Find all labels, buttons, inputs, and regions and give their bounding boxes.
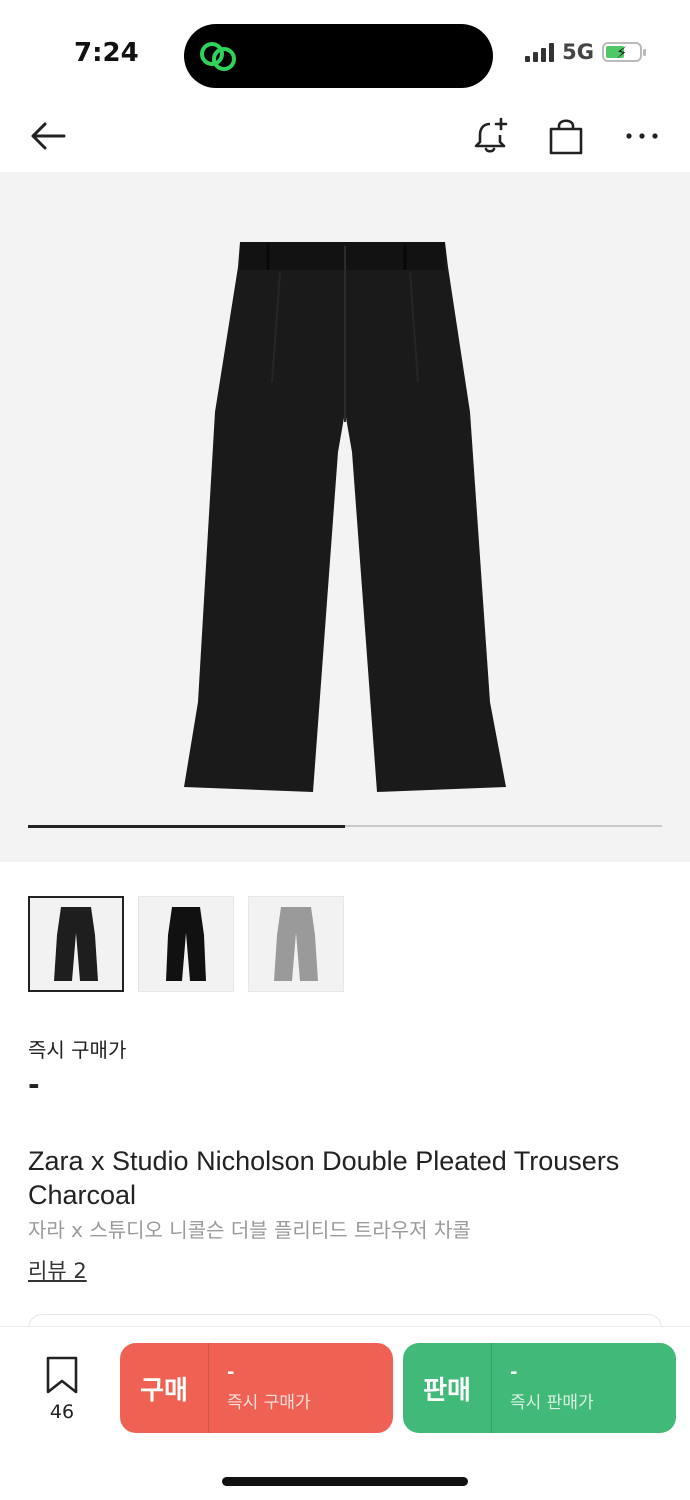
buy-button[interactable]: 구매 - 즉시 구매가 xyxy=(120,1343,393,1433)
sell-button-label: 판매 xyxy=(423,1375,471,1406)
buy-button-label: 구매 xyxy=(140,1375,188,1406)
thumbnail-black[interactable] xyxy=(138,896,234,992)
signal-icon xyxy=(525,42,555,62)
trousers-thumb-icon xyxy=(166,907,206,981)
trousers-image xyxy=(184,242,506,792)
link-rings-icon xyxy=(200,42,236,71)
product-title-korean: 자라 x 스튜디오 니콜슨 더블 플리티드 트라우저 차콜 xyxy=(28,1218,471,1242)
shopping-bag-icon[interactable] xyxy=(544,114,588,158)
status-indicators: 5G ⚡ xyxy=(525,40,646,64)
trousers-thumb-icon xyxy=(274,907,318,981)
sell-price-label: 즉시 판매가 xyxy=(510,1392,594,1413)
image-progress-indicator xyxy=(28,824,662,828)
review-link[interactable]: 리뷰 2 xyxy=(28,1255,87,1285)
buy-price: - xyxy=(227,1361,235,1383)
buy-price-label: 즉시 구매가 xyxy=(227,1392,311,1413)
bottom-action-bar: 46 구매 - 즉시 구매가 판매 - 즉시 판매가 xyxy=(0,1326,690,1500)
back-arrow-icon[interactable] xyxy=(26,114,70,158)
thumbnail-list xyxy=(28,896,344,992)
status-bar: 7:24 5G ⚡ xyxy=(0,0,690,100)
more-icon[interactable] xyxy=(620,114,664,158)
bookmark-icon xyxy=(46,1356,78,1394)
product-title: Zara x Studio Nicholson Double Pleated T… xyxy=(28,1146,620,1210)
dynamic-island xyxy=(184,24,493,88)
status-time: 7:24 xyxy=(74,38,139,68)
network-type: 5G xyxy=(562,40,594,64)
nav-bar xyxy=(0,100,690,172)
instant-buy-price-label: 즉시 구매가 xyxy=(28,1038,127,1062)
battery-charging-icon: ⚡ xyxy=(602,42,646,62)
bookmark-count: 46 xyxy=(49,1401,75,1423)
bell-plus-icon[interactable] xyxy=(468,114,512,158)
home-indicator xyxy=(222,1477,468,1486)
bookmark-button[interactable]: 46 xyxy=(40,1355,84,1423)
thumbnail-grey[interactable] xyxy=(248,896,344,992)
product-image[interactable] xyxy=(0,172,690,862)
trousers-thumb-icon xyxy=(54,907,98,981)
sell-button[interactable]: 판매 - 즉시 판매가 xyxy=(403,1343,676,1433)
instant-buy-price-value: - xyxy=(28,1068,40,1101)
sell-price: - xyxy=(510,1361,518,1383)
image-progress-active xyxy=(28,824,345,828)
thumbnail-charcoal[interactable] xyxy=(28,896,124,992)
